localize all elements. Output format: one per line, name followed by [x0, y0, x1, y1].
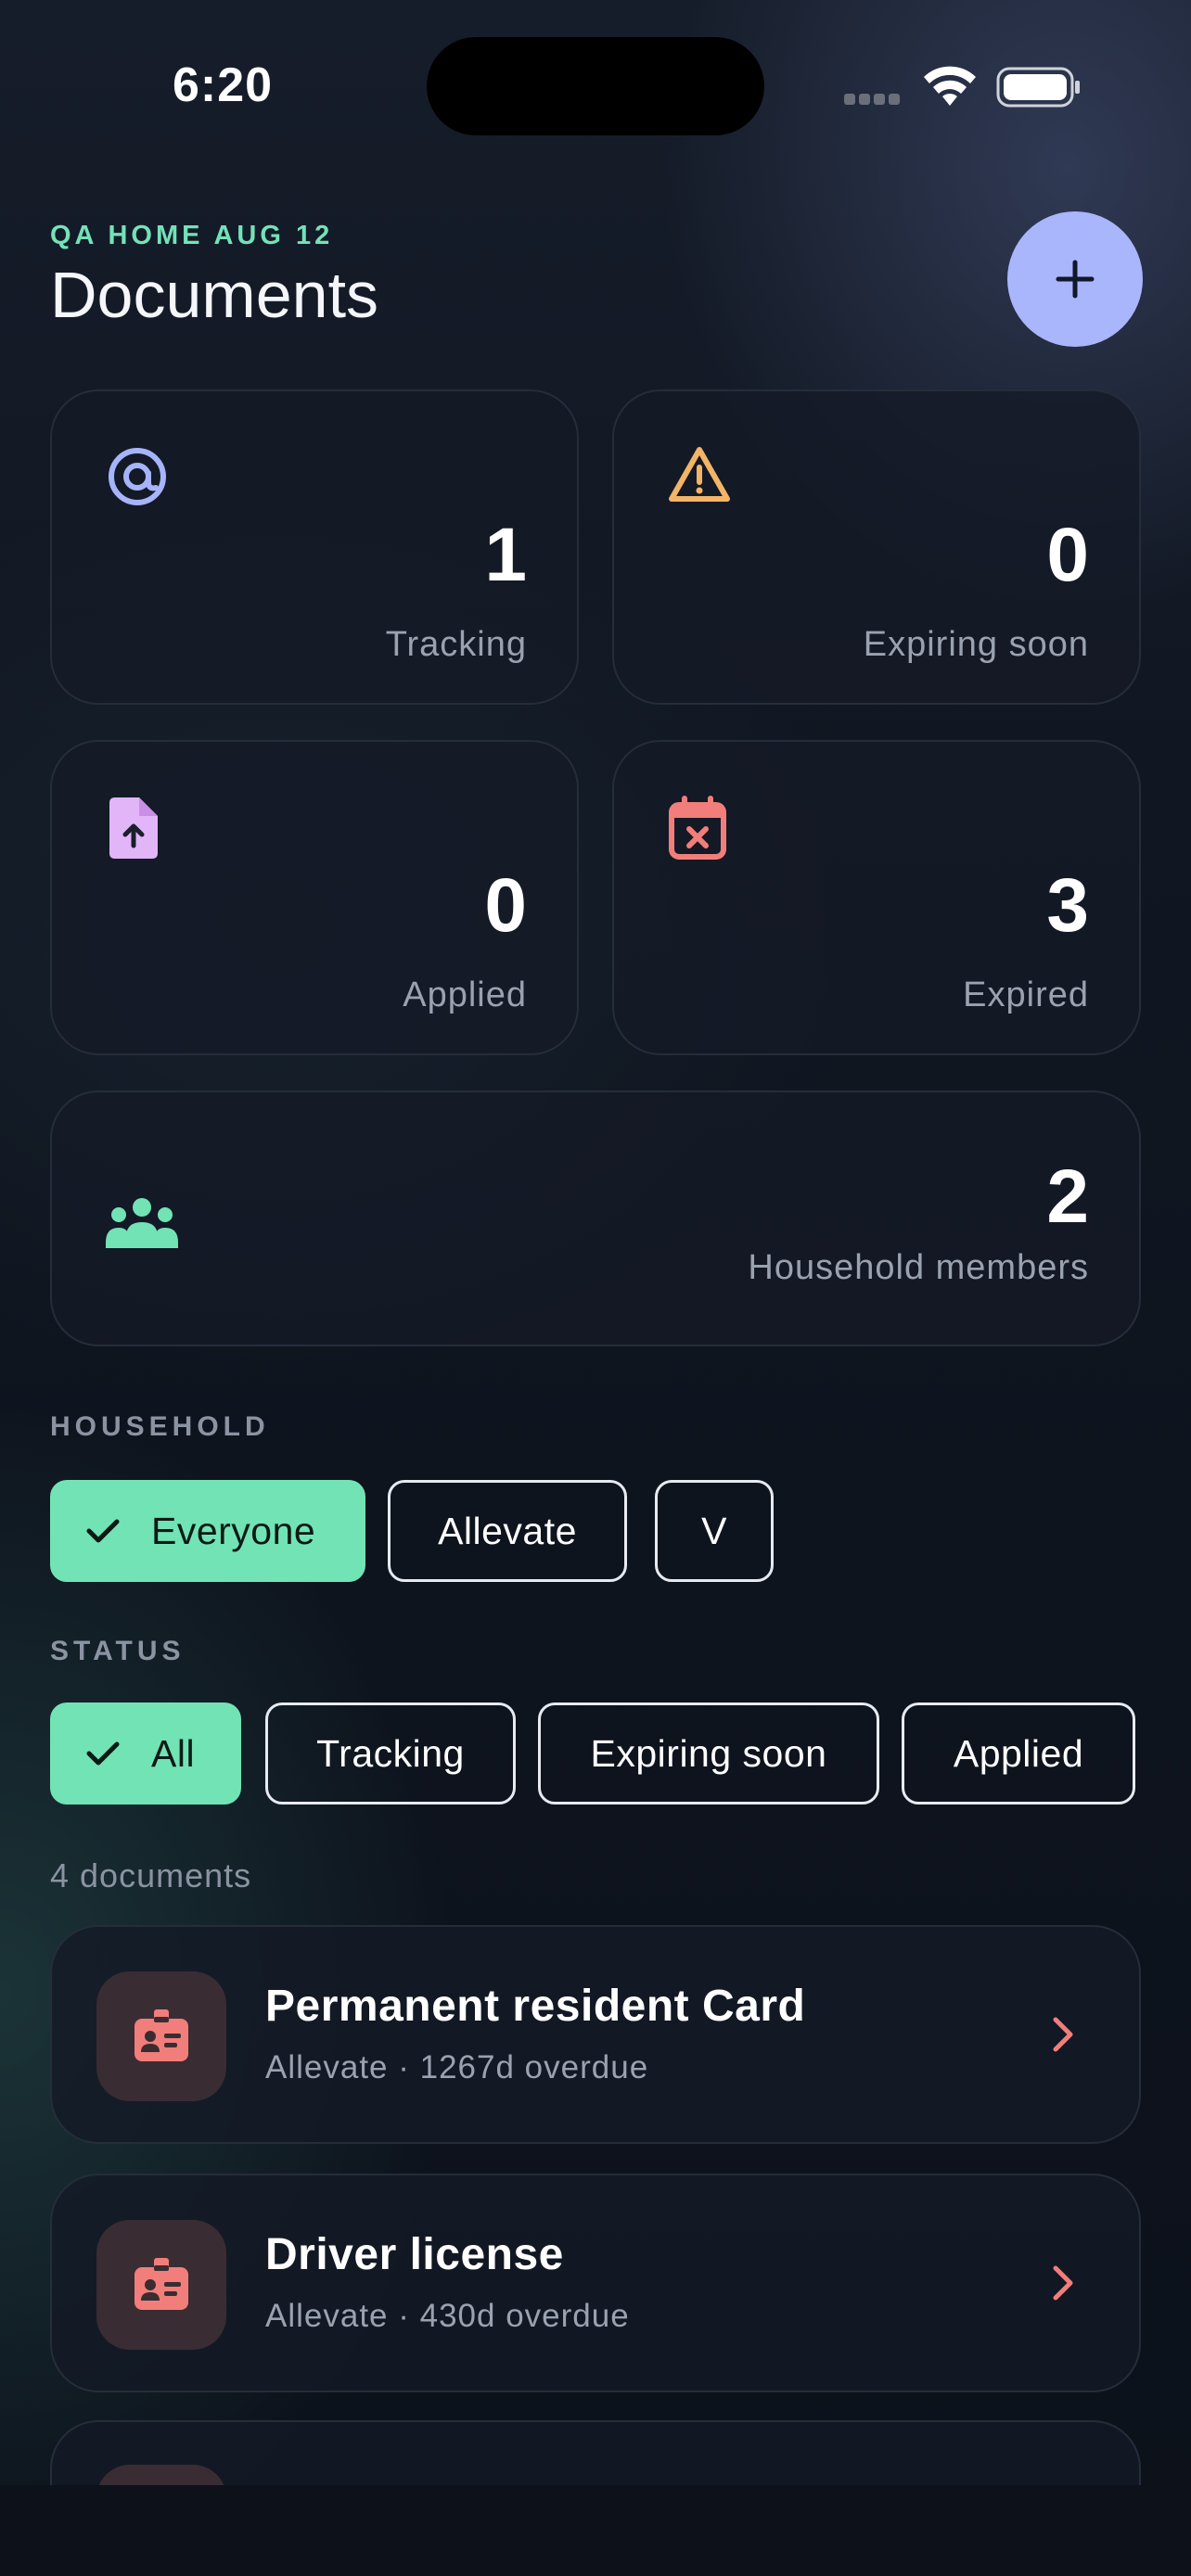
stat-card-expired[interactable]: 3 Expired: [612, 740, 1141, 1055]
battery-icon: [996, 67, 1082, 112]
checkmark-icon: [86, 1741, 120, 1766]
warning-triangle-icon: [668, 445, 731, 509]
filter-chip-expiring-soon[interactable]: Expiring soon: [538, 1702, 879, 1804]
chip-label: Tracking: [316, 1731, 465, 1775]
checkmark-icon: [86, 1519, 120, 1543]
chip-label: All: [151, 1731, 196, 1775]
stat-card-tracking[interactable]: 1 Tracking: [50, 389, 579, 705]
applied-count: 0: [484, 863, 527, 948]
document-subtitle: Allevate · 1267d overdue: [265, 2049, 649, 2085]
household-section-label: HOUSEHOLD: [50, 1411, 270, 1442]
plus-icon: [1056, 260, 1095, 299]
chip-label: Applied: [953, 1731, 1084, 1775]
filter-chip-allevate[interactable]: Allevate: [388, 1480, 627, 1582]
household-count: 2: [1046, 1154, 1089, 1239]
document-row[interactable]: Driver license Allevate · 430d overdue: [50, 2174, 1141, 2392]
people-group-icon: [106, 1196, 178, 1255]
bottom-safe-area: [0, 2485, 1191, 2576]
chip-label: V: [701, 1509, 727, 1552]
document-title: Permanent resident Card: [265, 1982, 806, 2031]
cellular-signal-icon: [844, 93, 903, 109]
chip-label: Allevate: [438, 1509, 577, 1552]
wifi-icon: [922, 65, 978, 112]
stat-card-household-members[interactable]: 2 Household members: [50, 1090, 1141, 1346]
document-row[interactable]: Permanent resident Card Allevate · 1267d…: [50, 1925, 1141, 2144]
expiring-count: 0: [1046, 513, 1089, 597]
document-subtitle: Allevate · 430d overdue: [265, 2298, 630, 2334]
document-count: 4 documents: [50, 1856, 252, 1894]
filter-chip-everyone[interactable]: Everyone: [50, 1480, 365, 1582]
file-upload-icon: [106, 796, 161, 865]
applied-label: Applied: [403, 976, 527, 1014]
stat-card-expiring-soon[interactable]: 0 Expiring soon: [612, 389, 1141, 705]
filter-chip-all[interactable]: All: [50, 1702, 241, 1804]
chip-label: Everyone: [151, 1509, 316, 1552]
tracking-label: Tracking: [385, 625, 527, 664]
id-badge-icon: [96, 1971, 226, 2101]
status-time: 6:20: [173, 58, 274, 112]
status-section-label: STATUS: [50, 1636, 186, 1666]
chevron-right-icon: [1050, 2014, 1076, 2060]
calendar-x-icon: [668, 796, 727, 865]
expired-label: Expired: [963, 976, 1089, 1014]
add-document-button[interactable]: [1007, 211, 1143, 347]
expired-count: 3: [1046, 863, 1089, 948]
at-target-icon: [106, 445, 169, 513]
dynamic-island: [427, 37, 764, 135]
stat-card-applied[interactable]: 0 Applied: [50, 740, 579, 1055]
filter-chip-v[interactable]: V: [655, 1480, 774, 1582]
tracking-count: 1: [484, 513, 527, 597]
id-badge-icon: [96, 2220, 226, 2350]
chevron-right-icon: [1050, 2263, 1076, 2308]
filter-chip-applied[interactable]: Applied: [902, 1702, 1135, 1804]
document-title: Driver license: [265, 2230, 564, 2279]
chip-label: Expiring soon: [590, 1731, 827, 1775]
page-title: Documents: [50, 259, 379, 331]
household-label: Household members: [748, 1248, 1089, 1287]
expiring-label: Expiring soon: [863, 625, 1089, 664]
filter-chip-tracking[interactable]: Tracking: [265, 1702, 516, 1804]
household-eyebrow: QA HOME AUG 12: [50, 221, 334, 250]
